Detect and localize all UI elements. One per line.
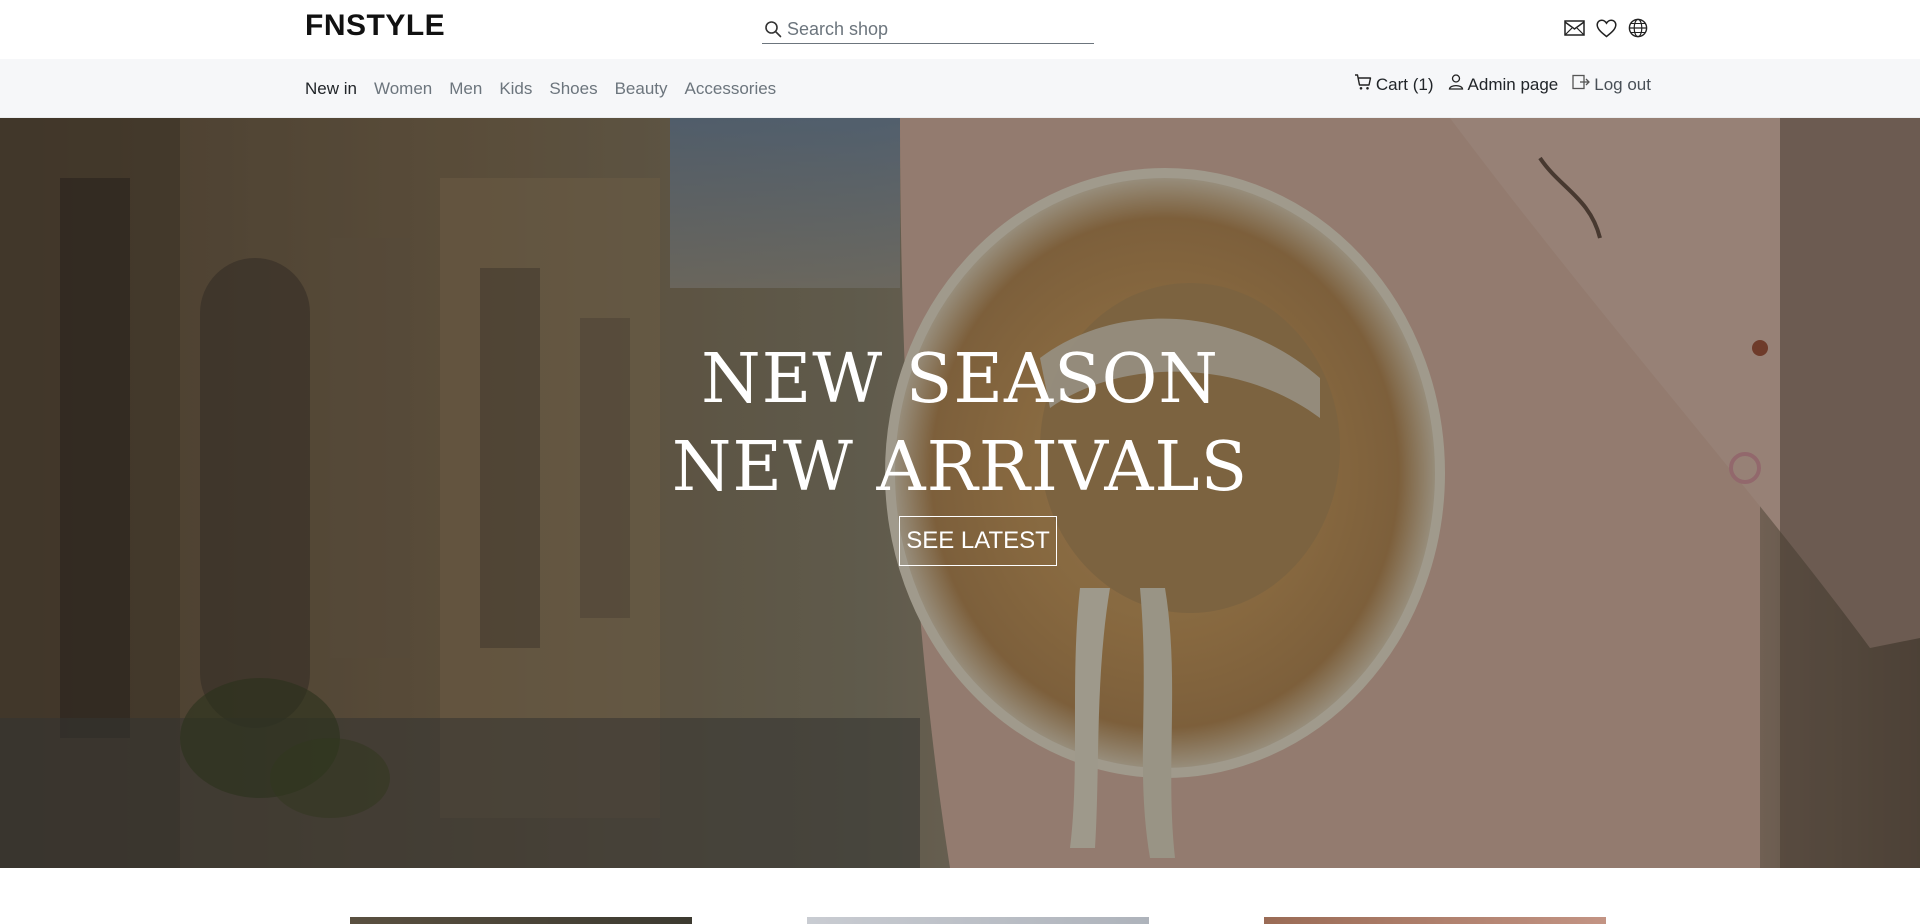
nav-item-men[interactable]: Men — [449, 79, 482, 99]
user-icon — [1448, 73, 1464, 96]
logout-icon — [1572, 74, 1591, 95]
search-bar — [762, 15, 1094, 44]
nav-item-women[interactable]: Women — [374, 79, 432, 99]
cart-icon — [1354, 73, 1372, 96]
globe-icon[interactable] — [1627, 17, 1649, 39]
category-menu: New in Women Men Kids Shoes Beauty Acces… — [305, 59, 776, 118]
product-card-image[interactable] — [807, 917, 1149, 924]
mail-icon[interactable] — [1563, 17, 1585, 39]
logout-label: Log out — [1594, 74, 1651, 94]
account-menu: Cart (1) Admin page Log out — [1354, 73, 1651, 96]
top-header: FNSTYLE — [0, 0, 1920, 59]
hero-heading: NEW SEASON NEW ARRIVALS — [0, 336, 1920, 512]
brand-logo[interactable]: FNSTYLE — [305, 9, 445, 43]
nav-item-new-in[interactable]: New in — [305, 79, 357, 99]
product-card-image[interactable] — [1264, 917, 1606, 924]
search-input[interactable] — [787, 18, 1077, 40]
product-cards-row — [0, 917, 1920, 924]
heart-icon[interactable] — [1595, 17, 1617, 39]
see-latest-button[interactable]: SEE LATEST — [899, 516, 1057, 566]
nav-item-kids[interactable]: Kids — [499, 79, 532, 99]
search-icon — [762, 18, 784, 40]
admin-page-label: Admin page — [1467, 74, 1559, 94]
hero-heading-line-2: NEW ARRIVALS — [671, 428, 1249, 507]
admin-page-link[interactable]: Admin page — [1448, 73, 1559, 96]
nav-item-accessories[interactable]: Accessories — [685, 79, 777, 99]
cart-label: Cart (1) — [1375, 74, 1434, 94]
cart-link[interactable]: Cart (1) — [1354, 73, 1434, 96]
hero-heading-line-1: NEW SEASON — [701, 340, 1219, 419]
header-icon-group — [1563, 17, 1649, 39]
nav-item-beauty[interactable]: Beauty — [615, 79, 668, 99]
main-navbar: New in Women Men Kids Shoes Beauty Acces… — [0, 59, 1920, 118]
product-card-image[interactable] — [350, 917, 692, 924]
nav-item-shoes[interactable]: Shoes — [549, 79, 597, 99]
hero-banner: NEW SEASON NEW ARRIVALS SEE LATEST — [0, 118, 1920, 868]
logout-link[interactable]: Log out — [1572, 74, 1651, 95]
